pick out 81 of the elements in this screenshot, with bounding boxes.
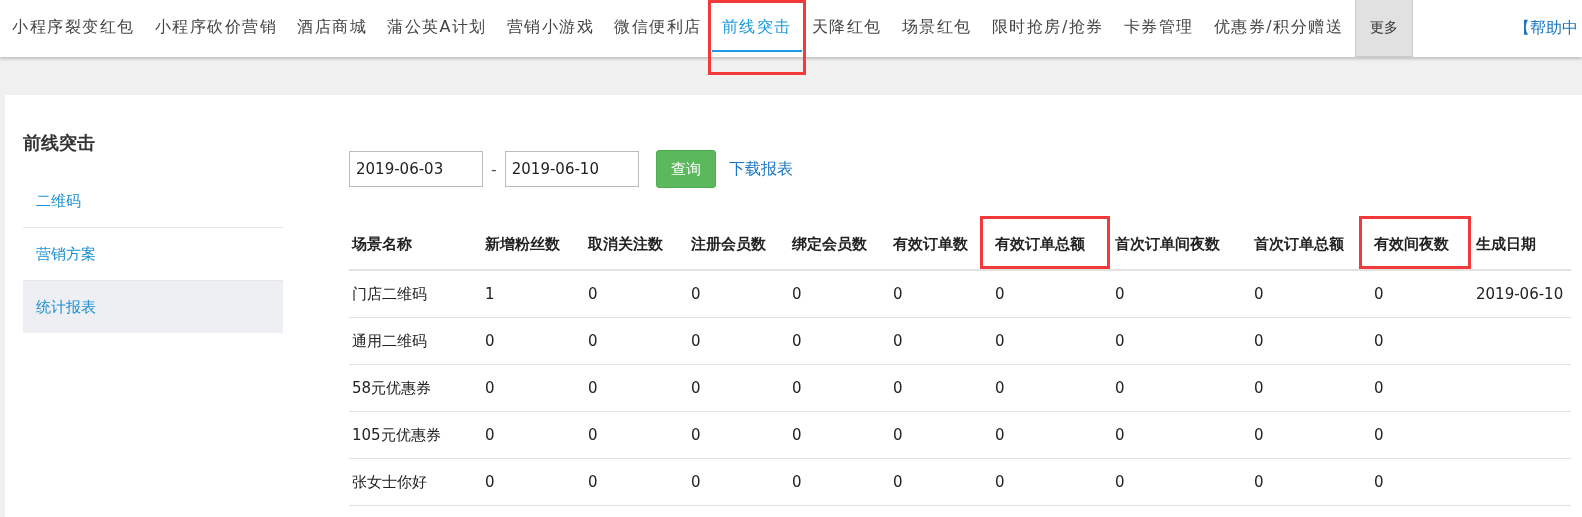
column-header: 注册会员数 [691,234,766,253]
table-cell: 张女士你好 [352,472,427,491]
table-cell: 0 [1374,426,1384,444]
column-header: 绑定会员数 [792,234,867,253]
column-header: 有效间夜数 [1374,234,1449,253]
column-header: 有效订单总额 [995,234,1085,253]
table-cell: 0 [485,379,495,397]
table-cell: 0 [995,379,1005,397]
nav-tab[interactable]: 营销小游戏 [496,0,605,57]
table-cell: 0 [1374,379,1384,397]
table-cell: 0 [691,285,701,303]
table-cell: 0 [691,332,701,350]
table-cell: 0 [588,379,598,397]
table-cell: 0 [588,426,598,444]
end-date-field[interactable]: 2019-06-10 [504,151,639,187]
table-cell: 0 [1115,285,1125,303]
help-link[interactable]: 【帮助中 [1514,18,1578,39]
nav-tab[interactable]: 限时抢房/抢券 [981,0,1114,57]
table-cell: 105元优惠券 [352,425,441,444]
table-cell: 1 [485,285,495,303]
table-cell: 0 [1254,285,1264,303]
table-cell: 0 [792,332,802,350]
table-cell: 0 [1254,379,1264,397]
sidebar-item[interactable]: 二维码 [23,175,283,228]
download-report-link[interactable]: 下载报表 [728,158,793,180]
table-cell: 0 [1374,473,1384,491]
nav-tab[interactable]: 场景红包 [891,0,982,57]
table-cell: 0 [995,332,1005,350]
table-cell: 0 [893,426,903,444]
table-cell: 0 [691,473,701,491]
nav-tab[interactable]: 蒲公英A计划 [377,0,497,57]
table-cell: 58元优惠券 [352,378,432,397]
table-cell: 0 [691,379,701,397]
table-cell: 0 [485,332,495,350]
column-header: 首次订单总额 [1254,234,1344,253]
table-cell: 0 [995,473,1005,491]
table-cell: 门店二维码 [352,284,427,303]
table-cell: 0 [691,426,701,444]
table-cell: 0 [1254,473,1264,491]
table-cell: 0 [1115,379,1125,397]
nav-tab[interactable]: 小程序裂变红包 [2,0,145,57]
table-cell: 0 [1254,332,1264,350]
table-cell: 0 [1374,285,1384,303]
table-cell: 0 [893,379,903,397]
table-cell: 0 [588,332,598,350]
table-cell: 0 [792,379,802,397]
table-cell: 0 [792,473,802,491]
date-separator: - [491,159,497,179]
column-header: 取消关注数 [588,234,663,253]
table-cell: 0 [485,473,495,491]
nav-tab[interactable]: 卡券管理 [1113,0,1204,57]
column-header: 生成日期 [1476,234,1536,253]
column-header: 场景名称 [352,234,412,253]
table-cell: 0 [893,285,903,303]
column-header: 新增粉丝数 [485,234,560,253]
table-cell: 通用二维码 [352,331,427,350]
column-header: 有效订单数 [893,234,968,253]
table-cell: 2019-06-10 [1476,285,1564,303]
nav-tab[interactable]: 优惠券/积分赠送 [1203,0,1354,57]
table-cell: 0 [1254,426,1264,444]
nav-tab[interactable]: 小程序砍价营销 [144,0,287,57]
table-cell: 0 [893,332,903,350]
nav-tab[interactable]: 微信便利店 [604,0,712,57]
column-header: 首次订单间夜数 [1115,234,1220,253]
table-cell: 0 [485,426,495,444]
table-cell: 0 [995,285,1005,303]
table-cell: 0 [995,426,1005,444]
table-cell: 0 [588,285,598,303]
table-cell: 0 [588,473,598,491]
table-cell: 0 [1115,332,1125,350]
nav-tab[interactable]: 酒店商城 [287,0,377,57]
start-date-field[interactable]: 2019-06-03 [349,151,483,187]
nav-tab[interactable]: 天降红包 [801,0,892,57]
table-cell: 0 [893,473,903,491]
more-button[interactable]: 更多 [1355,0,1414,57]
table-cell: 0 [792,426,802,444]
sidebar-title: 前线突击 [23,131,96,155]
table-cell: 0 [1115,426,1125,444]
table-cell: 0 [792,285,802,303]
table-cell: 0 [1374,332,1384,350]
table-cell: 0 [1115,473,1125,491]
